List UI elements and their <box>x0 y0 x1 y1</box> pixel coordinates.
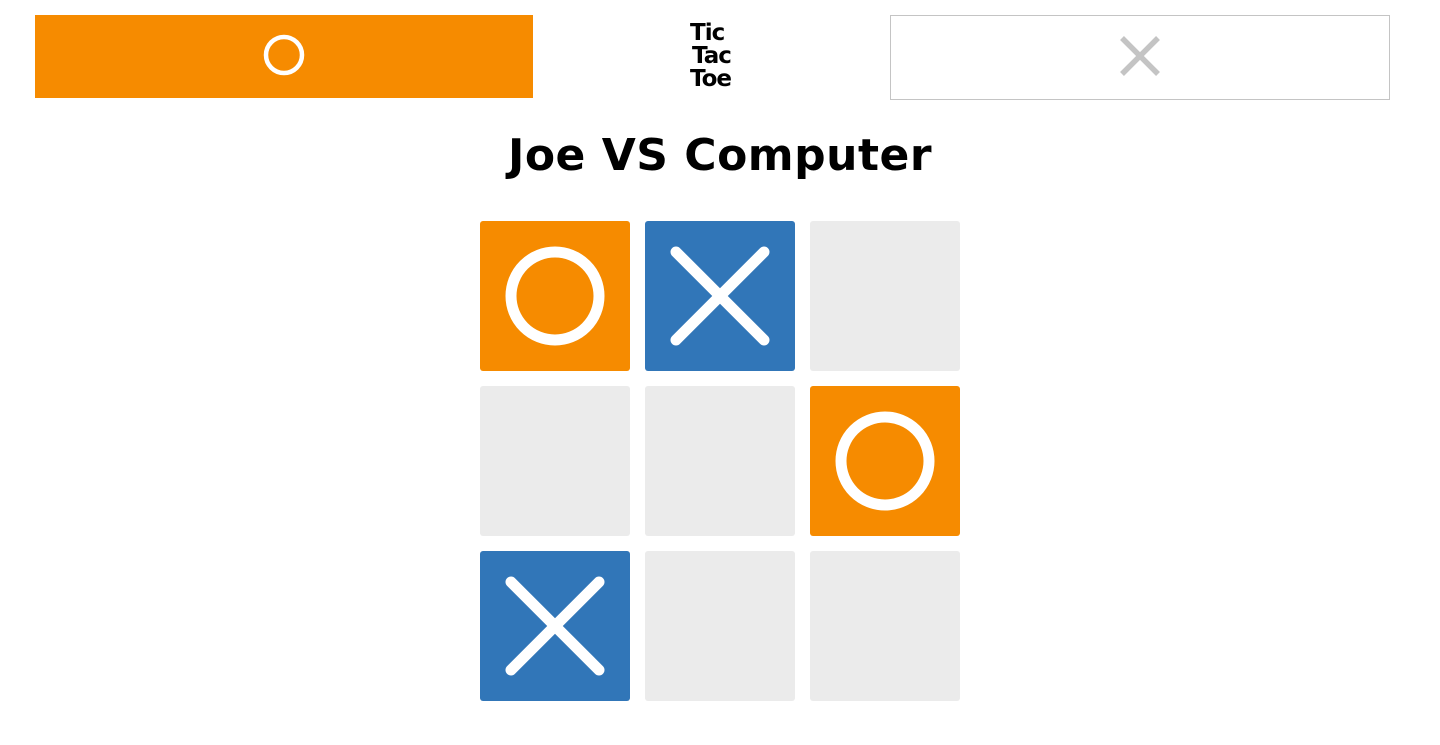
board-cell-4[interactable] <box>480 386 630 536</box>
circle-icon <box>502 243 608 349</box>
cross-icon <box>1117 33 1163 83</box>
cross-icon <box>505 576 605 676</box>
board-cell-9[interactable] <box>810 551 960 701</box>
app-logo: Tic Tac Toe <box>690 22 754 91</box>
board-cell-5[interactable] <box>645 386 795 536</box>
board-cell-7[interactable] <box>480 551 630 701</box>
game-board <box>480 221 960 701</box>
match-title: Joe VS Computer <box>507 130 933 181</box>
board-cell-2[interactable] <box>645 221 795 371</box>
board-cell-6[interactable] <box>810 386 960 536</box>
board-cell-3[interactable] <box>810 221 960 371</box>
logo-line: Tic <box>690 20 725 46</box>
top-bar: Tic Tac Toe <box>0 0 1440 110</box>
logo-line: Toe <box>690 66 732 92</box>
player-x-panel[interactable] <box>890 15 1390 100</box>
board-cell-1[interactable] <box>480 221 630 371</box>
player-o-panel[interactable] <box>35 15 533 98</box>
cross-icon <box>670 246 770 346</box>
logo-line: Tac <box>692 43 732 69</box>
circle-icon <box>832 408 938 514</box>
board-cell-8[interactable] <box>645 551 795 701</box>
circle-icon <box>262 33 306 81</box>
